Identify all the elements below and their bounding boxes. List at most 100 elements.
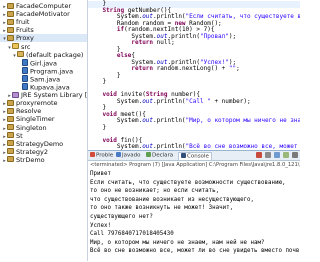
remove-launch-icon[interactable] (264, 152, 271, 158)
clear-console-icon[interactable] (273, 152, 280, 158)
explorer-item-label: Resolve (16, 107, 42, 116)
explorer-item-label: SingleTimer (16, 115, 55, 124)
tab-javadoc[interactable]: Javado (116, 152, 140, 159)
explorer-item[interactable]: ▸JRE System Library [JavaSE (0, 91, 88, 100)
console-line: Всё во сне возможно все, может ли во сне… (90, 248, 300, 255)
tab-label: Proble (96, 152, 114, 159)
project-icon (7, 132, 14, 139)
explorer-item[interactable]: ▸ Singleton (0, 124, 87, 132)
javadoc-icon (116, 152, 121, 157)
code-token: System. (88, 143, 143, 150)
declaration-icon (146, 152, 151, 157)
package-explorer: ▸ FacadeComputer ▸ FacadeMotivator ▸ fruit ▸ Fr… (0, 0, 88, 261)
project-icon (7, 2, 14, 9)
project-icon (7, 148, 14, 155)
explorer-item[interactable]: Program.java (0, 66, 87, 75)
project-icon (7, 124, 14, 130)
explorer-item[interactable]: Sam.java (0, 74, 87, 83)
java-file-icon (22, 66, 28, 74)
java-file-icon (22, 74, 28, 82)
project-icon (7, 156, 14, 163)
project-icon (7, 140, 14, 147)
explorer-item[interactable]: Girl.java (0, 58, 87, 67)
explorer-item[interactable]: ▸ Resolve (0, 107, 87, 115)
project-icon (7, 107, 14, 114)
tab-console[interactable]: Console (178, 152, 212, 160)
problems-icon (90, 152, 95, 157)
explorer-item[interactable]: ▸ St (0, 132, 87, 140)
explorer-item-label: FacadeComputer (16, 2, 72, 10)
explorer-item[interactable]: ▸ Strategy2 (0, 148, 87, 156)
code-token: random.nextLong() + (153, 65, 229, 72)
scroll-lock-icon[interactable] (282, 152, 289, 158)
java-file-icon (22, 58, 28, 66)
code-token: "Провал" (200, 32, 229, 40)
tab-label: Console (187, 153, 209, 160)
explorer-item[interactable]: ▸ StrDemo (0, 156, 87, 164)
explorer-item[interactable]: ▸ FacadeMotivator (0, 10, 87, 18)
code-token: } (88, 78, 107, 85)
console-toolbar (255, 152, 298, 159)
console-line: то оно также возникнуть не может! Значит… (90, 205, 234, 212)
explorer-item-label: St (16, 131, 23, 140)
explorer-item[interactable]: ▸ StrategyDemo (0, 140, 87, 148)
code-token: "Call " (185, 97, 211, 105)
code-token: ; (236, 65, 240, 72)
library-icon (12, 91, 19, 98)
explorer-item[interactable]: ▸ SingleTimer (0, 115, 87, 123)
explorer-item-label: proxyremote (16, 99, 58, 108)
code-editor[interactable]: } String getNumber(){ System.out.println… (88, 0, 300, 150)
console-icon (181, 153, 186, 158)
pin-console-icon[interactable] (292, 152, 298, 158)
code-token: + number); (210, 97, 251, 105)
code-token: out (142, 143, 154, 150)
console-panel: Proble Javado Declara Console <terminate… (88, 150, 300, 262)
explorer-item[interactable]: ▾ (default package) (0, 51, 87, 59)
explorer-item[interactable]: ▸ FacadeComputer (0, 2, 87, 10)
code-token: null; (153, 39, 175, 46)
terminate-icon[interactable] (255, 152, 262, 158)
code-token: ); (228, 32, 237, 40)
code-token: return (131, 65, 154, 72)
code-token: .println( (153, 97, 186, 105)
terminated-label: <terminated> Program (7) [Java Applicati… (90, 162, 300, 168)
tab-declaration[interactable]: Declara (146, 152, 173, 159)
code-token: .println( (153, 143, 186, 150)
code-token: out (142, 117, 154, 124)
tab-problems[interactable]: Proble (90, 152, 113, 159)
code-token: "Всё во сне возможно все, может ли во с (185, 143, 298, 150)
explorer-item-label: FacadeMotivator (16, 10, 70, 19)
project-icon (7, 26, 14, 33)
code-token: } (88, 123, 107, 131)
code-token: out (142, 97, 154, 105)
explorer-item[interactable]: ▸ Fruits (0, 26, 87, 34)
console-line: Успех! (90, 222, 111, 229)
explorer-item-label: src (21, 42, 31, 51)
console-line: Привет (90, 171, 111, 177)
console-line: Мир, о котором мы ничего не знаем, нам н… (90, 239, 265, 246)
tab-label: Declara (152, 152, 174, 159)
explorer-item-label: JRE System Library [JavaSE (21, 91, 88, 100)
console-line: Если считать, что существуете возможност… (90, 179, 286, 186)
explorer-item[interactable]: Kupava.java (0, 83, 87, 92)
explorer-item[interactable]: ▾ Proxy (0, 34, 87, 43)
explorer-item-label: fruit (16, 18, 30, 27)
source-folder-icon (12, 43, 19, 49)
code-token: .println( (153, 117, 186, 124)
code-token: return (131, 39, 154, 46)
explorer-item-label: Singleton (16, 123, 47, 132)
explorer-item[interactable]: ▸ proxyremote (0, 99, 87, 107)
explorer-item[interactable]: ▾ src (0, 42, 87, 51)
tab-label: Javado (122, 152, 141, 159)
explorer-item-label: Strategy2 (16, 147, 48, 156)
project-icon (7, 115, 14, 122)
project-icon (7, 18, 14, 25)
project-icon (7, 99, 14, 106)
project-icon (7, 10, 14, 17)
explorer-item-label: Proxy (16, 34, 34, 43)
explorer-item[interactable]: ▸ fruit (0, 18, 87, 26)
console-line: то оно не возникает; но если считать, (90, 188, 220, 195)
explorer-item-label: StrDemo (16, 155, 45, 164)
code-token: "Мир, о котором мы ничего не знаем, нас (185, 117, 300, 124)
package-icon (17, 51, 24, 58)
